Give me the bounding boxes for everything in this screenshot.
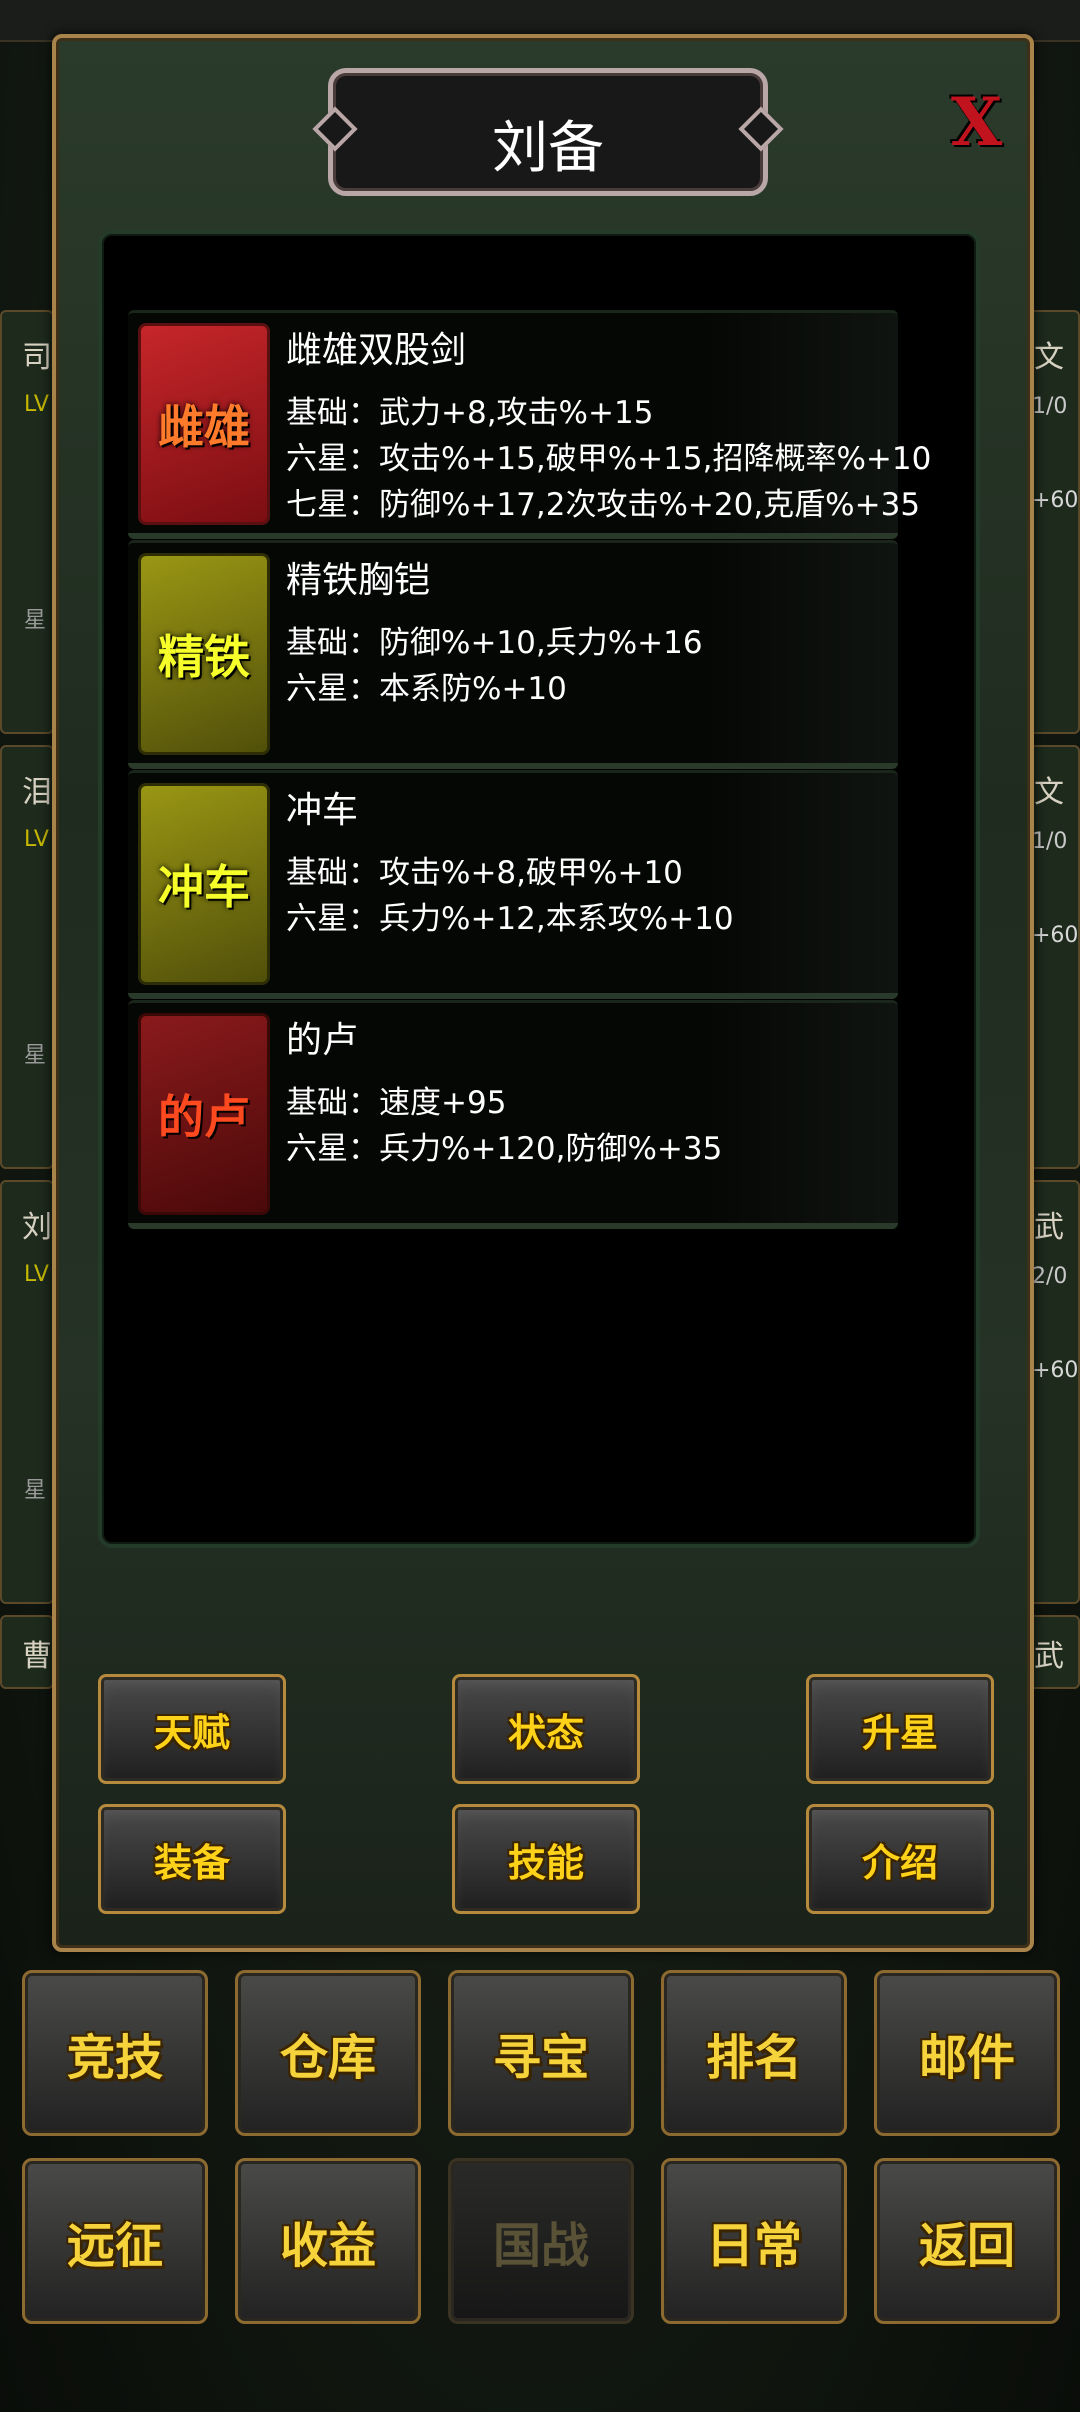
hero-level-label: LV [24,827,49,852]
menu-back-button[interactable]: 返回 [874,2158,1060,2324]
menu-label: 仓库 [279,2030,376,2086]
hero-card-type: 文 [1034,340,1064,375]
hero-card-left-3[interactable]: 刘 LV 星 [0,1180,54,1604]
talent-button[interactable]: 天赋 [98,1674,286,1784]
hero-card-name: 刘 [22,1210,52,1245]
intro-button[interactable]: 介绍 [806,1804,994,1914]
armor-icon: 精铁 [138,553,270,755]
menu-warehouse-button[interactable]: 仓库 [235,1970,421,2136]
hero-card-name: 曹 [22,1639,52,1674]
equipment-item[interactable]: 的卢 的卢 基础：速度+95 六星：兵力%+120,防御%+35 [128,1000,898,1229]
button-label: 介绍 [861,1839,938,1885]
equipment-stat-line: 六星：兵力%+12,本系攻%+10 [286,901,734,937]
menu-daily-button[interactable]: 日常 [661,2158,847,2324]
menu-label: 竞技 [66,2030,163,2086]
menu-ranking-button[interactable]: 排名 [661,1970,847,2136]
menu-label: 远征 [66,2218,163,2274]
button-label: 技能 [507,1839,584,1885]
hero-bonus: +60 [1032,488,1079,513]
button-label: 状态 [507,1709,584,1755]
menu-treasure-button[interactable]: 寻宝 [448,1970,634,2136]
hero-count: 2/0 [1032,1264,1068,1289]
equipment-stat-line: 基础：武力+8,攻击%+15 [286,395,654,431]
hero-count: 1/0 [1032,394,1068,419]
siege-ram-icon: 冲车 [138,783,270,985]
title-plate: 刘备 [312,68,784,196]
equipment-item[interactable]: 雌雄 雌雄双股剑 基础：武力+8,攻击%+15 六星：攻击%+15,破甲%+15… [128,310,931,539]
equipment-stat-line: 六星：攻击%+15,破甲%+15,招降概率%+10 [286,441,932,477]
hero-card-name: 泪 [22,775,52,810]
equipment-stat-line: 基础：速度+95 [286,1085,507,1121]
star-up-button[interactable]: 升星 [806,1674,994,1784]
hero-bonus: +60 [1032,1358,1079,1383]
hero-level-label: LV [24,1262,49,1287]
status-button[interactable]: 状态 [452,1674,640,1784]
hero-card-type: 武 [1034,1210,1064,1245]
equipment-list: 雌雄 雌雄双股剑 基础：武力+8,攻击%+15 六星：攻击%+15,破甲%+15… [98,230,980,1548]
equipment-item[interactable]: 冲车 冲车 基础：攻击%+8,破甲%+10 六星：兵力%+12,本系攻%+10 [128,770,898,999]
equipment-icon-text: 精铁 [158,630,250,684]
equipment-stat-line: 基础：防御%+10,兵力%+16 [286,625,703,661]
menu-income-button[interactable]: 收益 [235,2158,421,2324]
hero-card-right-3[interactable]: 武 2/0 +60 [1026,1180,1080,1604]
hero-bonus: +60 [1032,923,1079,948]
skills-button[interactable]: 技能 [452,1804,640,1914]
menu-arena-button[interactable]: 竞技 [22,1970,208,2136]
close-icon[interactable]: X [951,83,1002,161]
equipment-button[interactable]: 装备 [98,1804,286,1914]
equipment-name: 雌雄双股剑 [286,330,467,371]
hero-name-title: 刘备 [492,116,604,181]
equipment-item[interactable]: 精铁 精铁胸铠 基础：防御%+10,兵力%+16 六星：本系防%+10 [128,540,898,769]
hero-star-label: 星 [24,1478,47,1503]
equipment-stat-line: 七星：防御%+17,2次攻击%+20,克盾%+35 [286,487,921,523]
hero-detail-dialog: 刘备 X 雌雄 雌雄双股剑 基础：武力+8,攻击%+15 六星：攻击%+15,破… [52,34,1034,1952]
hero-star-label: 星 [24,608,47,633]
button-label: 升星 [861,1709,938,1755]
equipment-icon-text: 雌雄 [158,400,250,454]
hero-star-label: 星 [24,1043,47,1068]
menu-national-war-button[interactable]: 国战 [448,2158,634,2324]
equipment-name: 精铁胸铠 [286,560,431,601]
equipment-stat-line: 六星：兵力%+120,防御%+35 [286,1131,723,1167]
menu-expedition-button[interactable]: 远征 [22,2158,208,2324]
sword-icon: 雌雄 [138,323,270,525]
hero-card-type: 文 [1034,775,1064,810]
horse-icon: 的卢 [138,1013,270,1215]
hero-card-name: 司 [22,340,52,375]
menu-label: 排名 [705,2030,802,2086]
hero-level-label: LV [24,392,49,417]
equipment-icon-text: 的卢 [158,1090,250,1144]
button-label: 天赋 [153,1709,230,1755]
equipment-icon-text: 冲车 [158,860,250,914]
hero-count: 1/0 [1032,829,1068,854]
hero-card-right-4[interactable]: 武 [1026,1615,1080,1689]
equipment-stat-line: 基础：攻击%+8,破甲%+10 [286,855,683,891]
hero-card-left-4[interactable]: 曹 [0,1615,54,1689]
equipment-name: 冲车 [286,790,359,831]
menu-label: 日常 [705,2218,802,2274]
menu-label: 国战 [492,2218,589,2274]
menu-label: 返回 [918,2218,1015,2274]
hero-card-right-2[interactable]: 文 1/0 +60 [1026,745,1080,1169]
menu-label: 邮件 [918,2030,1015,2086]
menu-label: 收益 [279,2218,376,2274]
hero-card-left-1[interactable]: 司 LV 星 [0,310,54,734]
hero-card-type: 武 [1034,1639,1064,1674]
hero-card-right-1[interactable]: 文 1/0 +60 [1026,310,1080,734]
equipment-name: 的卢 [286,1020,359,1061]
menu-mail-button[interactable]: 邮件 [874,1970,1060,2136]
equipment-stat-line: 六星：本系防%+10 [286,671,567,707]
hero-card-left-2[interactable]: 泪 LV 星 [0,745,54,1169]
button-label: 装备 [153,1839,230,1885]
menu-label: 寻宝 [492,2030,589,2086]
